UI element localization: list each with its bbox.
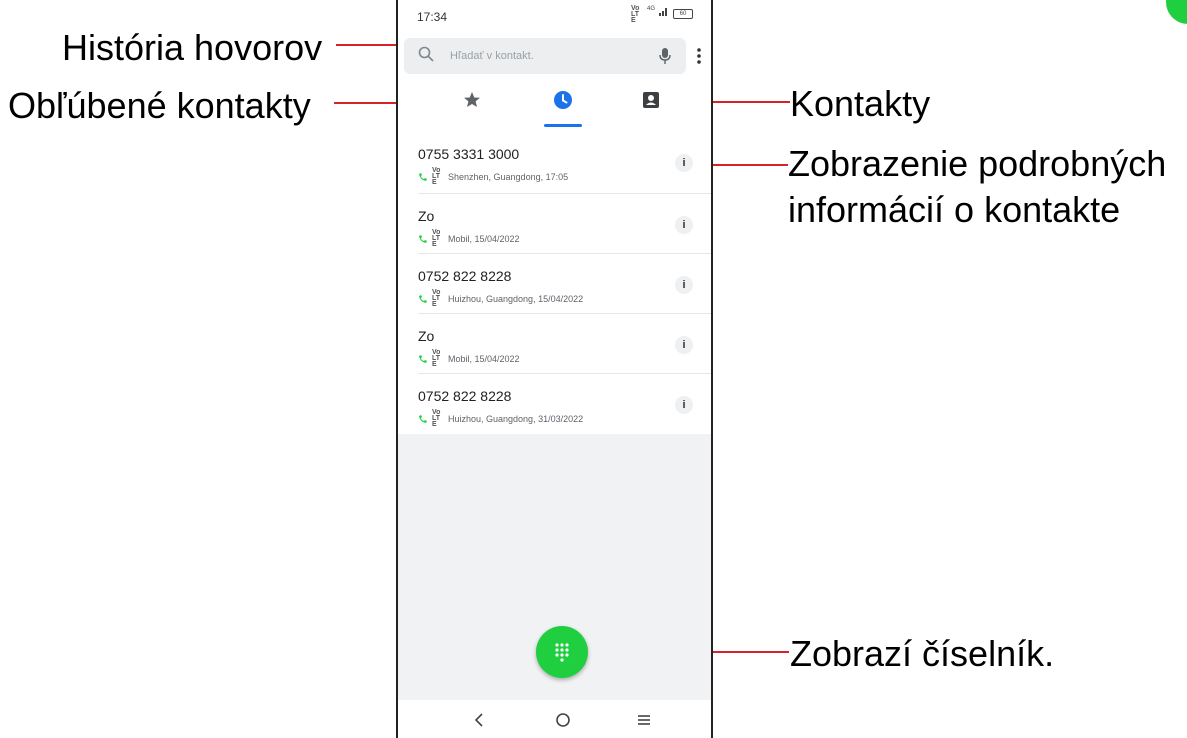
call-meta: Vo LTE Huizhou, Guangdong, 15/04/2022 xyxy=(418,289,584,308)
callout-line-details xyxy=(712,164,788,166)
phone-screen: 17:34 Vo LTE 4G 60 Hľadať v kontakt. 075… xyxy=(396,0,713,738)
call-details: Shenzhen, Guangdong, 17:05 xyxy=(448,172,569,182)
callout-favorites: Obľúbené kontakty xyxy=(8,85,311,126)
tab-indicator xyxy=(544,124,582,127)
call-meta: Vo LTE Mobil, 15/04/2022 xyxy=(418,349,520,368)
call-history-list: 0755 3331 3000 Vo LTE Shenzhen, Guangdon… xyxy=(398,132,711,434)
volte-icon: Vo LTE xyxy=(630,5,640,24)
callout-contacts: Kontakty xyxy=(790,83,931,124)
call-list-item[interactable]: Zo Vo LTE Mobil, 15/04/2022 i xyxy=(398,194,711,254)
search-input[interactable]: Hľadať v kontakt. xyxy=(450,50,534,62)
callout-call-history: História hovorov xyxy=(62,27,323,68)
call-name: Zo xyxy=(418,208,435,224)
incoming-call-icon xyxy=(419,295,427,303)
call-name: 0755 3331 3000 xyxy=(418,146,520,162)
app-icon-fragment xyxy=(1166,0,1187,24)
status-bar: 17:34 Vo LTE 4G 60 xyxy=(398,0,711,32)
call-list-item[interactable]: Zo Vo LTE Mobil, 15/04/2022 i xyxy=(398,314,711,374)
search-bar[interactable]: Hľadať v kontakt. xyxy=(404,38,686,74)
status-time: 17:34 xyxy=(417,10,448,24)
more-options-icon[interactable] xyxy=(687,44,711,68)
home-icon[interactable] xyxy=(553,710,573,730)
callout-dialpad: Zobrazí číselník. xyxy=(790,633,1055,674)
battery-icon: 60 xyxy=(673,9,693,19)
info-icon[interactable]: i xyxy=(675,336,693,354)
search-icon xyxy=(418,46,434,62)
call-list-item[interactable]: 0755 3331 3000 Vo LTE Shenzhen, Guangdon… xyxy=(398,132,711,192)
tab-call-history[interactable] xyxy=(551,88,575,112)
incoming-call-icon xyxy=(419,173,427,181)
top-bar: Hľadať v kontakt. xyxy=(398,32,711,132)
call-name: 0752 822 8228 xyxy=(418,388,512,404)
tab-favorites[interactable] xyxy=(460,88,484,112)
tab-contacts[interactable] xyxy=(639,88,663,112)
call-meta: Vo LTE Mobil, 15/04/2022 xyxy=(418,229,520,248)
incoming-call-icon xyxy=(419,415,427,423)
status-icons: Vo LTE 4G 60 xyxy=(630,5,693,24)
call-name: 0752 822 8228 xyxy=(418,268,512,284)
volte-call-icon: Vo LTE xyxy=(432,349,441,368)
info-icon[interactable]: i xyxy=(675,276,693,294)
call-details: Mobil, 15/04/2022 xyxy=(448,354,520,364)
callout-details-line2: informácií o kontakte xyxy=(788,189,1121,230)
navigation-bar xyxy=(398,700,711,738)
volte-call-icon: Vo LTE xyxy=(432,167,441,186)
info-icon[interactable]: i xyxy=(675,154,693,172)
microphone-icon[interactable] xyxy=(658,47,672,65)
signal-label: 4G xyxy=(646,6,655,12)
dialpad-button[interactable] xyxy=(536,626,588,678)
info-icon[interactable]: i xyxy=(675,396,693,414)
call-list-item[interactable]: 0752 822 8228 Vo LTE Huizhou, Guangdong,… xyxy=(398,254,711,314)
call-details: Huizhou, Guangdong, 15/04/2022 xyxy=(448,294,584,304)
incoming-call-icon xyxy=(419,355,427,363)
call-meta: Vo LTE Shenzhen, Guangdong, 17:05 xyxy=(418,167,569,186)
call-details: Huizhou, Guangdong, 31/03/2022 xyxy=(448,414,584,424)
volte-call-icon: Vo LTE xyxy=(432,409,441,428)
back-icon[interactable] xyxy=(470,710,490,730)
call-list-item[interactable]: 0752 822 8228 Vo LTE Huizhou, Guangdong,… xyxy=(398,374,711,434)
call-details: Mobil, 15/04/2022 xyxy=(448,234,520,244)
incoming-call-icon xyxy=(419,235,427,243)
signal-icon xyxy=(659,8,667,16)
dialpad-icon xyxy=(555,643,569,662)
call-meta: Vo LTE Huizhou, Guangdong, 31/03/2022 xyxy=(418,409,584,428)
recents-icon[interactable] xyxy=(634,710,654,730)
info-icon[interactable]: i xyxy=(675,216,693,234)
volte-call-icon: Vo LTE xyxy=(432,289,441,308)
call-name: Zo xyxy=(418,328,435,344)
callout-details-line1: Zobrazenie podrobných xyxy=(788,143,1167,184)
volte-call-icon: Vo LTE xyxy=(432,229,441,248)
